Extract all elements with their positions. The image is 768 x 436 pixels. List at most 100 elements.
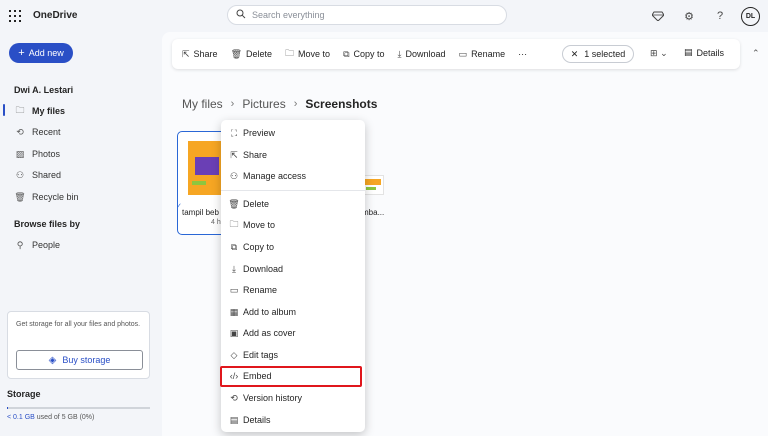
menu-divider [221,190,365,191]
menu-item-label: Move to [243,220,276,230]
menu-item-label: Embed [243,371,272,381]
menu-item-details[interactable]: ▤ Details [221,410,365,430]
search-box[interactable]: Search everything [227,5,507,25]
menu-item-embed[interactable]: ‹/› Embed [221,366,365,386]
diamond-icon: ◈ [48,354,57,366]
buy-storage-button[interactable]: ◈ Buy storage [16,350,143,370]
active-nav-indicator [3,104,5,116]
app-title[interactable]: OneDrive [33,10,77,21]
share-icon: ⇱ [182,48,190,59]
move-to-label: Move to [298,49,331,59]
settings-gear-icon[interactable]: ⚙ [679,6,699,26]
sidebar-item-people[interactable]: ⚲ People [14,237,60,253]
menu-item-label: Details [243,415,271,425]
sidebar-item-recent[interactable]: ⟲ Recent [14,124,61,140]
sidebar-item-recycle-bin[interactable]: 🗑 Recycle bin [14,189,79,205]
rename-icon: ▭ [229,284,239,295]
menu-item-copy-to[interactable]: ⧉ Copy to [221,237,365,257]
buy-storage-label: Buy storage [62,355,111,365]
file-modified: 4 h [211,219,221,226]
help-icon[interactable]: ? [710,6,730,26]
command-bar: ⇱ Share 🗑 Delete 🗀 Move to ⧉ Copy to ⤓ Downlo… [172,39,740,69]
sidebar-item-label: Recent [32,127,61,137]
menu-item-delete[interactable]: 🗑 Delete [221,194,365,214]
move-to-button[interactable]: 🗀 Move to [285,46,330,62]
clock-icon: ⟲ [16,126,24,137]
storage-usage-bar [7,407,150,409]
premium-diamond-icon[interactable] [648,6,668,26]
file-thumbnail[interactable] [188,141,224,195]
download-label: Download [405,49,446,59]
selection-count-pill[interactable]: ✕ 1 selected [562,45,634,63]
sidebar-item-label: Photos [32,149,61,159]
move-icon: 🗀 [229,219,239,229]
album-icon: ▦ [229,306,239,317]
plus-icon: + [18,47,25,59]
chevron-down-icon: ⌄ [660,48,668,58]
close-icon: ✕ [570,48,579,59]
menu-item-label: Share [243,150,268,160]
menu-item-share[interactable]: ⇱ Share [221,145,365,165]
details-icon: ▤ [229,414,239,425]
menu-item-label: Add as cover [243,328,296,338]
breadcrumb-pictures[interactable]: Pictures [242,97,285,111]
menu-item-label: Rename [243,285,278,295]
chevron-right-icon: › [230,98,235,110]
share-icon: ⇱ [230,149,238,160]
menu-item-label: Edit tags [243,350,279,360]
menu-item-label: Add to album [243,307,297,317]
file-thumbnail[interactable] [362,175,384,195]
sidebar-item-photos[interactable]: ▨ Photos [14,146,60,162]
sidebar-item-shared[interactable]: ⚇ Shared [14,167,61,183]
delete-button[interactable]: 🗑 Delete [231,49,272,60]
more-label: ··· [518,49,528,59]
context-menu: ⛶ Preview ⇱ Share ⚇ Manage access 🗑 Delete 🗀… [221,120,365,432]
download-button[interactable]: ⤓ Download [398,49,446,60]
sidebar-item-my-files[interactable]: 🗀 My files [14,103,65,119]
menu-item-add-to-album[interactable]: ▦ Add to album [221,302,365,322]
file-name[interactable]: tampil beb [182,208,222,217]
storage-promo-card: Get storage for all your files and photo… [7,311,150,379]
share-button[interactable]: ⇱ Share [182,49,218,60]
copy-to-button[interactable]: ⧉ Copy to [343,49,384,60]
more-actions-button[interactable]: ··· [518,49,527,59]
trash-icon: 🗑 [14,191,26,202]
tag-icon: ◇ [230,349,238,360]
menu-item-rename[interactable]: ▭ Rename [221,280,365,300]
app-launcher-icon[interactable] [9,10,21,22]
file-name[interactable]: mba... [362,208,384,217]
avatar[interactable]: DL [741,6,760,26]
grid-view-icon: ⊞ [650,48,658,58]
menu-item-manage-access[interactable]: ⚇ Manage access [221,166,365,186]
view-switcher[interactable]: ⊞ ⌄ [650,48,668,59]
menu-item-download[interactable]: ⤓ Download [221,259,365,279]
storage-quota: used of 5 GB (0%) [36,414,95,421]
menu-item-label: Copy to [243,242,275,252]
history-icon: ⟲ [230,392,238,403]
search-placeholder: Search everything [252,10,325,20]
delete-label: Delete [246,49,273,59]
trash-icon: 🗑 [228,198,240,209]
menu-item-move-to[interactable]: 🗀 Move to [221,215,365,235]
manage-access-icon: ⚇ [229,170,239,181]
menu-item-edit-tags[interactable]: ◇ Edit tags [221,345,365,365]
menu-item-add-as-cover[interactable]: ▣ Add as cover [221,323,365,343]
checkmark-icon[interactable]: ✓ [176,202,182,210]
chevron-up-icon[interactable]: ⌃ [752,48,760,59]
storage-usage-fill [7,407,9,409]
photo-icon: ▨ [15,148,25,159]
breadcrumb-my-files[interactable]: My files [182,97,223,111]
person-icon: ⚲ [16,239,24,250]
add-new-button[interactable]: + Add new [9,43,73,63]
menu-item-label: Version history [243,393,303,403]
account-name: Dwi A. Lestari [14,85,74,95]
breadcrumb-screenshots: Screenshots [305,97,378,111]
menu-item-version-history[interactable]: ⟲ Version history [221,388,365,408]
rename-button[interactable]: ▭ Rename [459,49,506,60]
menu-item-preview[interactable]: ⛶ Preview [221,123,365,143]
move-icon: 🗀 [285,48,295,58]
storage-usage-text[interactable]: < 0.1 GB used of 5 GB (0%) [7,414,94,421]
details-button[interactable]: ▤ Details [684,47,724,58]
sidebar-item-label: Recycle bin [32,192,79,202]
preview-icon: ⛶ [230,127,238,138]
